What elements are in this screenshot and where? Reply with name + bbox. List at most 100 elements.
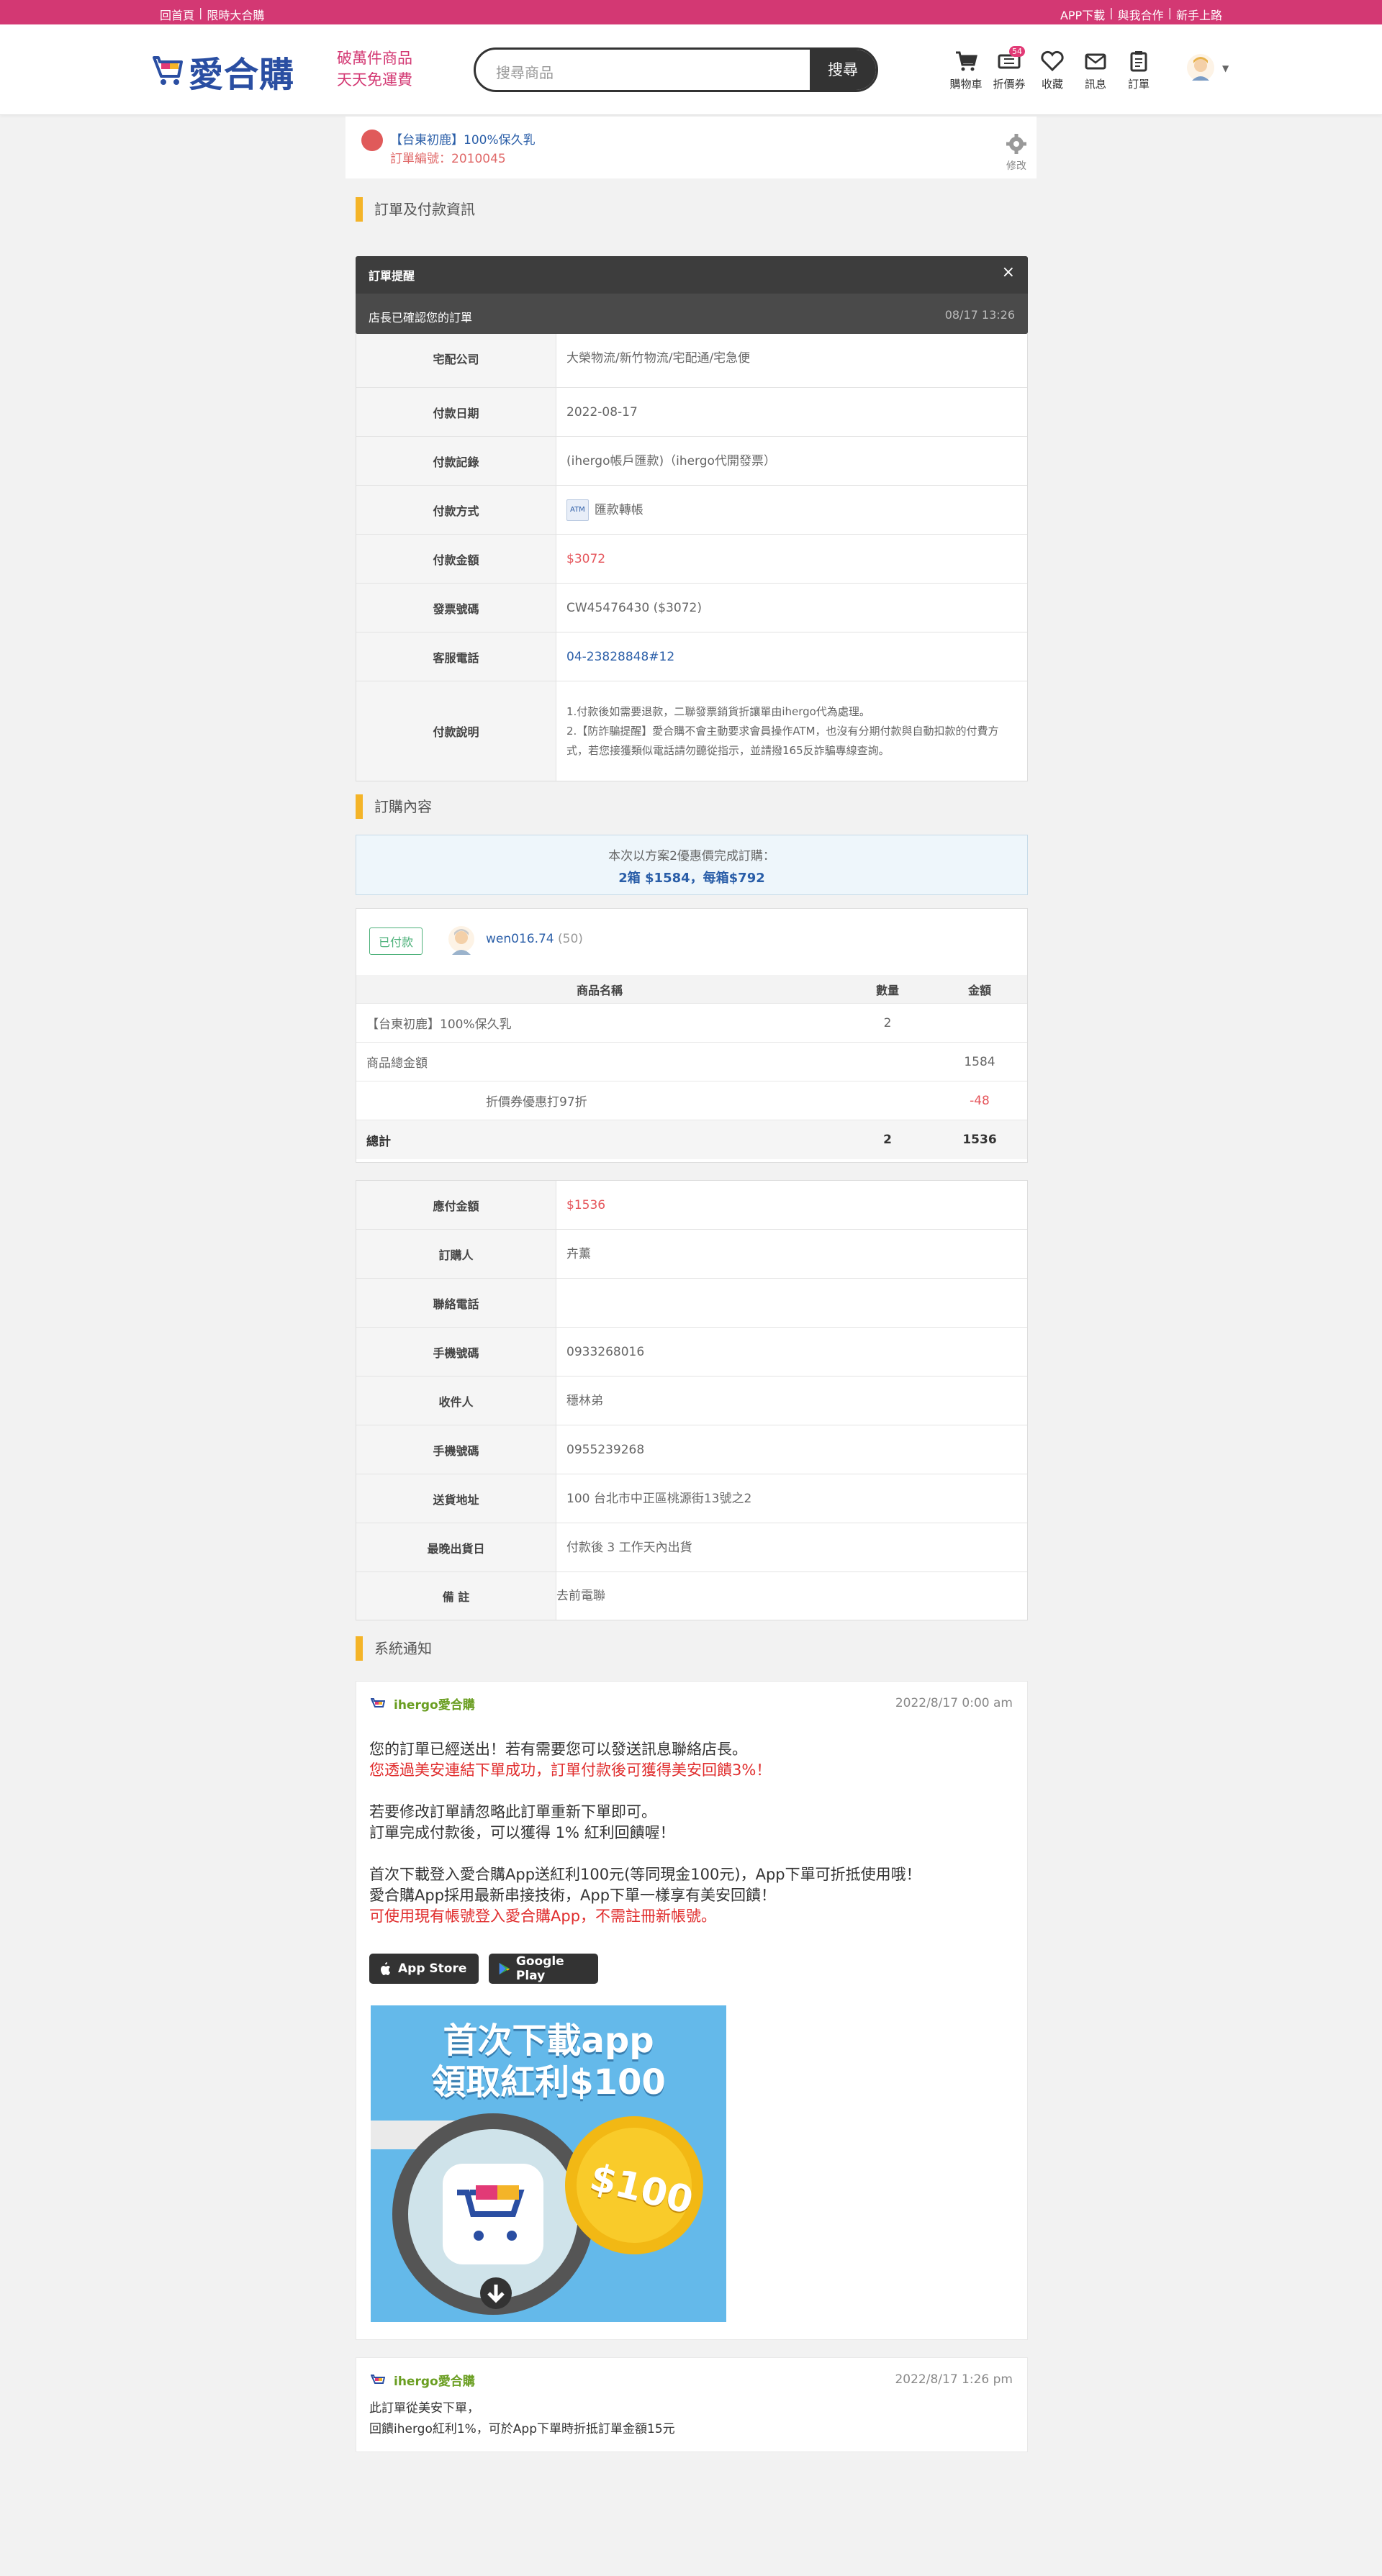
promo-line: 本次以方案2優惠價完成訂購： — [608, 849, 775, 863]
message-nav[interactable]: 訊息 — [1074, 46, 1117, 91]
notification-line: 愛合購App採用最新串接技術，App下單一樣享有美安回饋！ — [369, 1887, 777, 1904]
edit-button[interactable]: 修改 — [1005, 132, 1028, 173]
table-row: 折價券優惠打97折 -48 — [356, 1081, 1027, 1120]
app-promo-banner[interactable]: 首次下載app 領取紅利$100 $100 — [371, 2005, 726, 2322]
item-qty: 2 — [883, 1015, 892, 1030]
items-table: 商品名稱 數量 金額 【台東初鹿】100%保久乳 2 商品總金額 1584 折價… — [356, 975, 1027, 1159]
pay-date-label: 付款日期 — [356, 388, 556, 436]
pay-method-label: 付款方式 — [356, 486, 556, 534]
order-toast: 訂單提醒 × 店長已確認您的訂單 08/17 13:26 — [356, 256, 1028, 334]
address-label: 送貨地址 — [356, 1474, 556, 1523]
cart-logo-icon — [153, 56, 183, 85]
orderer-value: 卉薰 — [566, 1246, 591, 1261]
pay-date-value: 2022-08-17 — [566, 404, 638, 419]
section-contents-title: 訂購內容 — [356, 794, 432, 819]
total-label: 總計 — [366, 1134, 391, 1149]
app-download-link[interactable]: APP下載 — [1060, 6, 1105, 23]
table-header: 商品名稱 數量 金額 — [356, 975, 1027, 1004]
table-row: 【台東初鹿】100%保久乳 2 — [356, 1004, 1027, 1043]
item-name: 【台東初鹿】100%保久乳 — [366, 1017, 512, 1032]
notification-line: 可使用現有帳號登入愛合購App，不需註冊新帳號。 — [369, 1908, 717, 1925]
home-link[interactable]: 回首頁 — [160, 6, 194, 23]
toast-title: 訂單提醒 — [369, 269, 415, 283]
service-label: 客服電話 — [356, 632, 556, 681]
slogan: 破萬件商品 天天免運費 — [337, 47, 412, 91]
app-store-button[interactable]: App Store — [369, 1954, 479, 1984]
site-header: 愛合購 破萬件商品 天天免運費 搜尋商品 搜尋 購物車 54 折價券 收藏 訊息… — [0, 24, 1382, 115]
ship-value: 付款後 3 工作天內出貨 — [566, 1540, 692, 1555]
banner-line: 領取紅利$100 — [431, 2062, 666, 2103]
due-label: 應付金額 — [356, 1181, 556, 1229]
notification-sender: ihergo愛合購 — [394, 1698, 475, 1713]
payment-table: 宅配公司 大榮物流/新竹物流/宅配通/宅急便 付款日期 2022-08-17 付款記… — [356, 328, 1028, 781]
banner-headline: 首次下載app 領取紅利$100 — [371, 2020, 726, 2103]
pay-record-value: (ihergo帳戶匯款)（ihergo代開發票） — [566, 453, 776, 468]
notification-line: 回饋ihergo紅利1%，可於App下單時折抵訂單金額15元 — [369, 2422, 675, 2436]
remark-value: 去前電聯 — [556, 1589, 605, 1603]
product-name[interactable]: 【台東初鹿】100%保久乳 — [390, 130, 536, 148]
clipboard-icon — [1130, 51, 1147, 72]
nav-icons: 購物車 54 折價券 收藏 訊息 訂單 — [944, 46, 1160, 91]
group-buy-link[interactable]: 限時大合購 — [207, 6, 264, 23]
notification-time: 2022/8/17 1:26 pm — [895, 2372, 1013, 2387]
buyer-info[interactable]: wen016.74 (50) — [486, 932, 583, 946]
heart-icon — [1041, 50, 1064, 72]
favorite-label: 收藏 — [1041, 78, 1063, 91]
cart-label: 購物車 — [949, 78, 983, 91]
message-label: 訊息 — [1084, 78, 1106, 91]
section-payment-title: 訂單及付款資訊 — [356, 197, 475, 222]
slogan-line: 破萬件商品 — [337, 50, 412, 67]
buyer-table: 應付金額 $1536 訂購人 卉薰 聯絡電話 手機號碼 0933268016 收件人穩… — [356, 1180, 1028, 1620]
mobile-value: 0933268016 — [566, 1344, 645, 1359]
courier-label: 宅配公司 — [356, 329, 556, 387]
promo-box: 本次以方案2優惠價完成訂購： 2箱 $1584，每箱$792 — [356, 835, 1028, 895]
mobile2-value: 0955239268 — [566, 1442, 645, 1457]
coupon-badge: 54 — [1009, 46, 1025, 57]
contact-label: 聯絡電話 — [356, 1279, 556, 1327]
cart-logo-icon — [371, 2374, 385, 2384]
buyer-name: wen016.74 — [486, 932, 554, 946]
gear-icon — [1006, 134, 1026, 154]
newbie-link[interactable]: 新手上路 — [1176, 6, 1222, 23]
site-logo[interactable]: 愛合購 — [153, 46, 294, 96]
google-play-button[interactable]: Google Play — [489, 1954, 598, 1984]
pay-method-value: ATM 匯款轉帳 — [556, 486, 1027, 534]
search-button[interactable]: 搜尋 — [810, 50, 876, 90]
notification-body: 您的訂單已經送出！若有需要您可以發送訊息聯絡店長。 您透過美安連結下單成功，訂單… — [369, 1739, 921, 1927]
amount-value: $3072 — [566, 551, 606, 566]
status-badge: 已付款 — [369, 928, 423, 955]
cart-nav[interactable]: 購物車 — [944, 46, 988, 91]
service-phone-link[interactable]: 04-23828848#12 — [556, 632, 1027, 681]
discount-value: -48 — [970, 1093, 990, 1108]
partner-link[interactable]: 與我合作 — [1118, 6, 1164, 23]
product-bar: 【台東初鹿】100%保久乳 訂單編號：2010045 修改 — [346, 117, 1036, 178]
notification-card: ihergo愛合購 2022/8/17 1:26 pm 此訂單從美安下單， 回饋… — [356, 2357, 1028, 2452]
toast-row[interactable]: 店長已確認您的訂單 08/17 13:26 — [356, 294, 1028, 334]
separator: | — [1109, 6, 1114, 19]
notification-card: ihergo愛合購 2022/8/17 0:00 am 您的訂單已經送出！若有需… — [356, 1681, 1028, 2340]
coupon-nav[interactable]: 54 折價券 — [988, 46, 1031, 91]
mail-icon — [1085, 53, 1106, 70]
user-avatar-icon[interactable] — [1186, 53, 1215, 82]
separator: | — [199, 6, 203, 19]
contact-value — [556, 1279, 1027, 1327]
cart-icon — [956, 51, 977, 71]
total-qty: 2 — [883, 1133, 892, 1147]
order-nav[interactable]: 訂單 — [1117, 46, 1160, 91]
notification-body: 此訂單從美安下單， 回饋ihergo紅利1%，可於App下單時折抵訂單金額15元 — [369, 2398, 675, 2440]
due-value: $1536 — [566, 1197, 606, 1212]
close-icon[interactable]: × — [1002, 263, 1015, 281]
search-input[interactable]: 搜尋商品 — [496, 61, 554, 82]
slogan-line: 天天免運費 — [337, 71, 412, 89]
edit-label: 修改 — [1006, 160, 1026, 172]
notification-line: 首次下載登入愛合購App送紅利100元(等同現金100元)，App下單可折抵使用… — [369, 1866, 921, 1883]
notification-header: ihergo愛合購 — [371, 2371, 475, 2389]
chevron-down-icon[interactable]: ▼ — [1222, 63, 1229, 73]
invoice-value: CW45476430 ($3072) — [566, 600, 702, 615]
notification-line: 您透過美安連結下單成功，訂單付款後可獲得美安回饋3%！ — [369, 1761, 772, 1779]
google-play-label: Google Play — [515, 1954, 564, 1983]
favorite-nav[interactable]: 收藏 — [1031, 46, 1074, 91]
coupon-label: 折價券 — [993, 78, 1026, 91]
courier-value: 大榮物流/新竹物流/宅配通/宅急便 — [566, 350, 751, 366]
